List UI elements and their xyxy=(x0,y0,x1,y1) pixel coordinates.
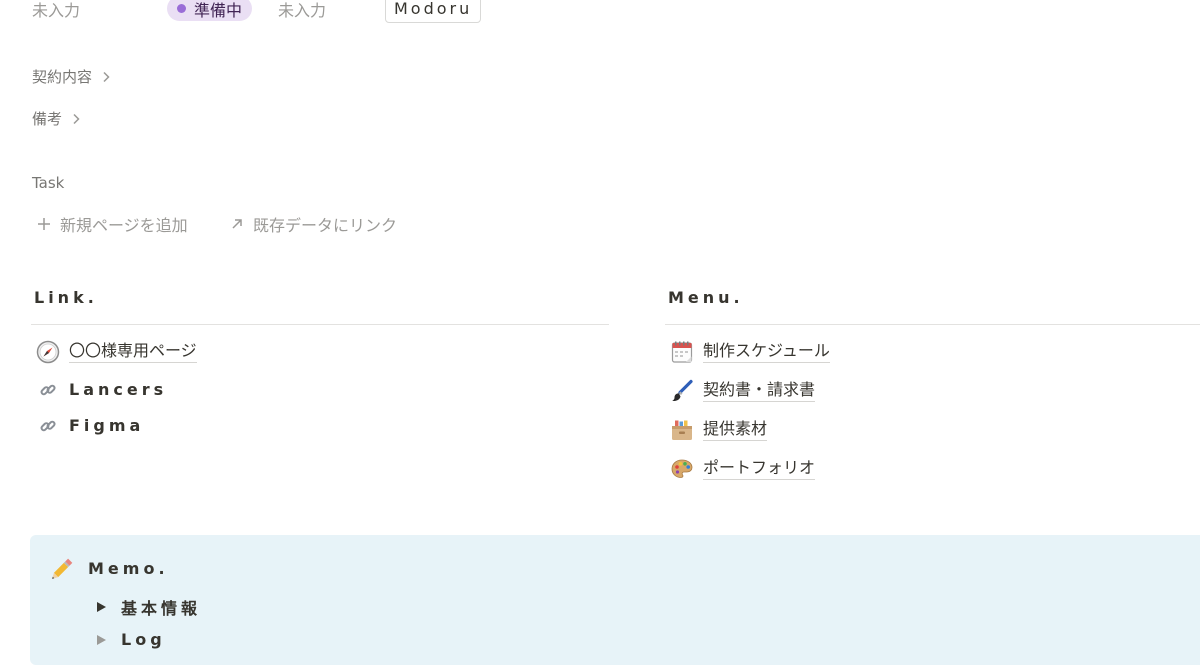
menu-item-schedule[interactable]: 制作スケジュール xyxy=(669,338,830,366)
status-label: 準備中 xyxy=(194,0,243,20)
tag-chip[interactable]: Modoru xyxy=(385,0,482,23)
menu-item-label: 制作スケジュール xyxy=(703,341,830,363)
link-item-figma[interactable]: Figma xyxy=(35,412,144,440)
link-existing-button[interactable]: 既存データにリンク xyxy=(229,212,397,236)
link-item-client-page[interactable]: 〇〇様専用ページ xyxy=(35,338,197,366)
link-item-label: Figma xyxy=(69,415,145,435)
link-item-label: 〇〇様専用ページ xyxy=(69,341,197,363)
toggle-label: 契約内容 xyxy=(32,68,93,86)
plus-icon xyxy=(38,218,50,230)
menu-item-materials[interactable]: 提供素材 xyxy=(669,416,768,444)
link-existing-label: 既存データにリンク xyxy=(253,216,398,235)
add-new-page-button[interactable]: 新規ページを追加 xyxy=(36,212,188,236)
card-file-box-icon xyxy=(669,417,695,443)
arrow-up-right-icon xyxy=(232,219,242,229)
triangle-right-icon xyxy=(97,634,106,645)
calendar-icon xyxy=(669,339,695,365)
memo-toggle-label: Log xyxy=(121,630,166,649)
property-empty-value[interactable]: 未入力 xyxy=(278,0,326,21)
menu-item-contracts[interactable]: 契約書・請求書 xyxy=(669,377,816,405)
task-section-label: Task xyxy=(32,174,65,192)
menu-heading: Menu. xyxy=(668,288,744,307)
toggle-label: 備考 xyxy=(32,110,63,128)
status-dot-icon xyxy=(177,4,186,13)
chevron-right-icon xyxy=(103,71,110,82)
menu-item-portfolio[interactable]: ポートフォリオ xyxy=(669,455,816,483)
triangle-right-icon xyxy=(97,602,106,612)
chevron-right-icon xyxy=(73,113,80,124)
paintbrush-icon xyxy=(669,378,695,404)
link-heading: Link. xyxy=(34,288,98,307)
add-new-page-label: 新規ページを追加 xyxy=(60,216,188,235)
menu-item-label: 契約書・請求書 xyxy=(703,380,816,402)
palette-icon xyxy=(669,456,695,482)
toggle-contract[interactable]: 契約内容 xyxy=(32,66,114,87)
memo-toggle-basic-info[interactable]: 基本情報 xyxy=(97,595,201,619)
toggle-notes[interactable]: 備考 xyxy=(32,108,84,129)
link-item-label: Lancers xyxy=(69,379,168,399)
menu-divider xyxy=(665,324,1200,325)
memo-callout xyxy=(30,535,1200,665)
menu-item-label: ポートフォリオ xyxy=(703,458,816,480)
compass-icon xyxy=(35,339,61,365)
property-row: 未入力 準備中 未入力 Modoru xyxy=(0,0,1200,24)
link-divider xyxy=(31,324,609,325)
link-icon xyxy=(35,413,61,439)
memo-toggle-label: 基本情報 xyxy=(121,599,202,618)
menu-item-label: 提供素材 xyxy=(703,419,768,441)
link-icon xyxy=(35,377,61,403)
pencil-icon xyxy=(47,556,75,584)
link-item-lancers[interactable]: Lancers xyxy=(35,376,167,404)
property-empty-value[interactable]: 未入力 xyxy=(32,0,80,21)
memo-title: Memo. xyxy=(88,559,169,578)
memo-toggle-log[interactable]: Log xyxy=(97,630,166,649)
status-badge[interactable]: 準備中 xyxy=(167,0,253,21)
